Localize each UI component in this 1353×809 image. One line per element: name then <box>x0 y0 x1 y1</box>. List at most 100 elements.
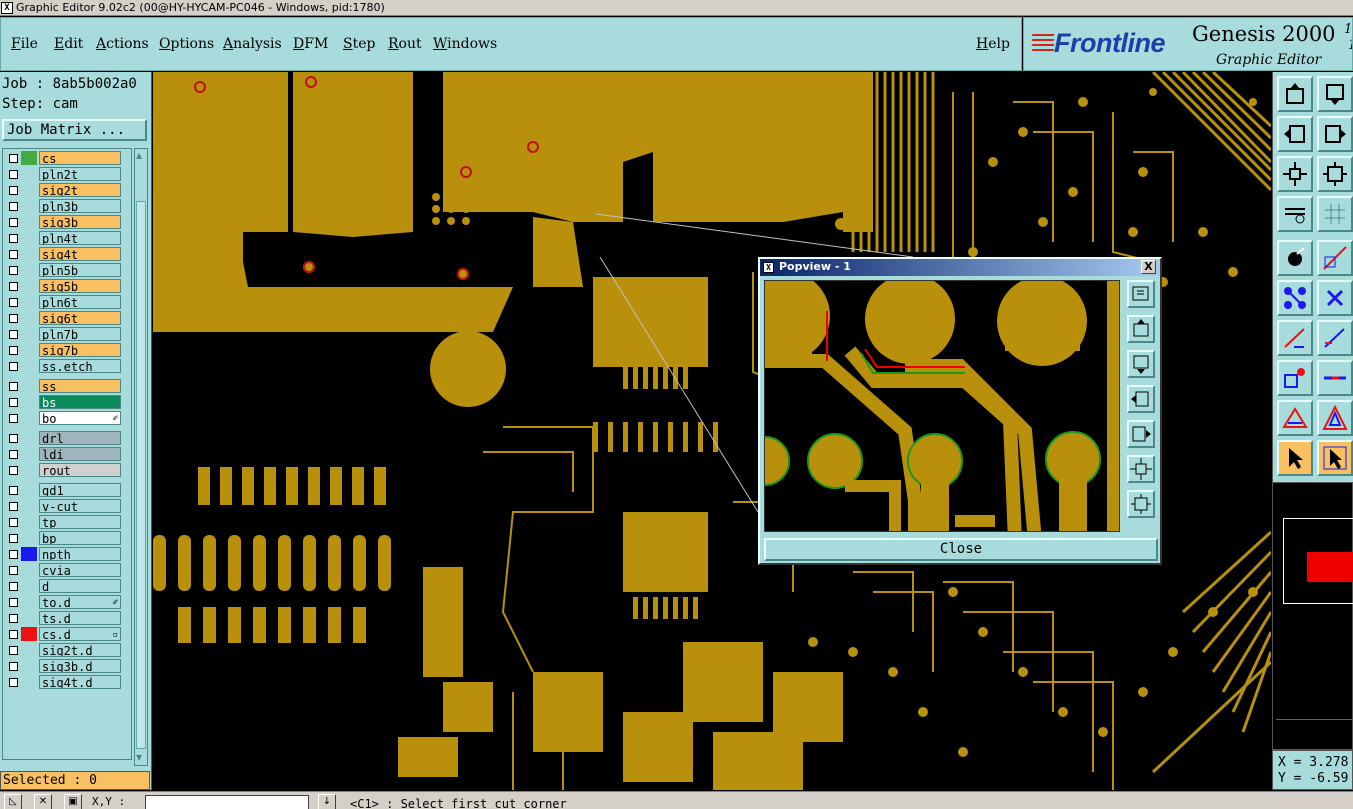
layer-checkbox[interactable] <box>9 382 18 391</box>
menu-edit[interactable]: Edit <box>54 36 83 52</box>
pan-down-button[interactable] <box>1317 76 1353 112</box>
layer-row[interactable]: ss <box>3 379 133 393</box>
layer-row[interactable]: v-cut <box>3 499 133 513</box>
layer-row[interactable]: sig2t.d <box>3 643 133 657</box>
menu-analysis[interactable]: Analysis <box>223 36 282 52</box>
layer-checkbox[interactable] <box>9 266 18 275</box>
layer-color-swatch[interactable] <box>21 359 37 373</box>
layer-row[interactable]: sig7b <box>3 343 133 357</box>
layer-color-swatch[interactable] <box>21 395 37 409</box>
cross-button[interactable] <box>1317 280 1353 316</box>
pad-button[interactable] <box>1277 360 1313 396</box>
layer-color-swatch[interactable] <box>21 499 37 513</box>
triangle-button[interactable] <box>1277 400 1313 436</box>
layer-row[interactable]: cs <box>3 151 133 165</box>
select-button[interactable] <box>1277 440 1313 476</box>
hline-button[interactable] <box>1317 360 1353 396</box>
layer-checkbox[interactable] <box>9 534 18 543</box>
layer-color-swatch[interactable] <box>21 247 37 261</box>
layer-row[interactable]: sig4t.d <box>3 675 133 689</box>
popview-pan-up-button[interactable] <box>1127 315 1155 343</box>
layer-name[interactable]: sig4t <box>39 247 121 261</box>
options-icon[interactable]: ▣ <box>64 794 82 809</box>
layer-row[interactable]: rout <box>3 463 133 477</box>
layer-row[interactable]: tp <box>3 515 133 529</box>
layer-color-swatch[interactable] <box>21 447 37 461</box>
layer-color-swatch[interactable] <box>21 343 37 357</box>
layer-checkbox[interactable] <box>9 398 18 407</box>
popview-titlebar[interactable]: X Popview - 1 X <box>760 259 1160 276</box>
layer-checkbox[interactable] <box>9 550 18 559</box>
layer-color-swatch[interactable] <box>21 595 37 609</box>
layer-row[interactable]: pln2t <box>3 167 133 181</box>
layer-row[interactable]: pln3b <box>3 199 133 213</box>
layer-row[interactable]: sig4t <box>3 247 133 261</box>
layer-color-swatch[interactable] <box>21 327 37 341</box>
scroll-thumb[interactable] <box>136 201 146 749</box>
layer-checkbox[interactable] <box>9 330 18 339</box>
layer-color-swatch[interactable] <box>21 483 37 497</box>
layer-checkbox[interactable] <box>9 362 18 371</box>
layer-name[interactable]: sig3b <box>39 215 121 229</box>
layer-row[interactable]: to.d ✐ <box>3 595 133 609</box>
layer-color-swatch[interactable] <box>21 579 37 593</box>
layer-color-swatch[interactable] <box>21 659 37 673</box>
layer-name[interactable]: pln6t <box>39 295 121 309</box>
overview-map[interactable] <box>1272 482 1353 750</box>
popview-zoom-in-button[interactable] <box>1127 455 1155 483</box>
layer-checkbox[interactable] <box>9 202 18 211</box>
layer-name[interactable]: bs <box>39 395 121 409</box>
layer-row[interactable]: bo ✐ <box>3 411 133 425</box>
layer-checkbox[interactable] <box>9 566 18 575</box>
scroll-up-icon[interactable]: ▲ <box>136 151 142 160</box>
popview-close-icon[interactable]: X <box>1141 260 1156 274</box>
layer-row[interactable]: sig5b <box>3 279 133 293</box>
layer-checkbox[interactable] <box>9 346 18 355</box>
layer-name[interactable]: cs.d ▫ <box>39 627 121 641</box>
popview-close-button[interactable]: Close <box>764 538 1158 561</box>
menu-file[interactable]: File <box>11 36 38 52</box>
layer-row[interactable]: d <box>3 579 133 593</box>
layer-row[interactable]: pln4t <box>3 231 133 245</box>
job-matrix-button[interactable]: Job Matrix ... <box>2 119 147 141</box>
layer-name[interactable]: rout <box>39 463 121 477</box>
menu-options[interactable]: Options <box>159 36 214 52</box>
layer-color-swatch[interactable] <box>21 279 37 293</box>
layer-checkbox[interactable] <box>9 298 18 307</box>
measure-button[interactable] <box>1277 196 1313 232</box>
layer-row[interactable]: sig3b.d <box>3 659 133 673</box>
scroll-down-icon[interactable]: ▼ <box>136 753 142 762</box>
layer-row[interactable]: ts.d <box>3 611 133 625</box>
layer-name[interactable]: sig4t.d <box>39 675 121 689</box>
menu-step[interactable]: Step <box>343 36 375 52</box>
layer-name[interactable]: pln3b <box>39 199 121 213</box>
layer-row[interactable]: pln5b <box>3 263 133 277</box>
snap-button[interactable] <box>1277 240 1313 276</box>
layer-name[interactable]: sig6t <box>39 311 121 325</box>
layer-color-swatch[interactable] <box>21 183 37 197</box>
layer-color-swatch[interactable] <box>21 215 37 229</box>
layer-color-swatch[interactable] <box>21 431 37 445</box>
layer-checkbox[interactable] <box>9 450 18 459</box>
layer-checkbox[interactable] <box>9 630 18 639</box>
pan-right-button[interactable] <box>1317 116 1353 152</box>
layer-checkbox[interactable] <box>9 466 18 475</box>
layer-color-swatch[interactable] <box>21 231 37 245</box>
zoom-in-button[interactable] <box>1277 156 1313 192</box>
menu-help[interactable]: Help <box>976 36 1010 52</box>
layer-checkbox[interactable] <box>9 414 18 423</box>
layer-color-swatch[interactable] <box>21 627 37 641</box>
layer-name[interactable]: ldi <box>39 447 121 461</box>
layer-checkbox[interactable] <box>9 582 18 591</box>
layer-checkbox[interactable] <box>9 614 18 623</box>
layer-name[interactable]: drl <box>39 431 121 445</box>
layer-name[interactable]: ss <box>39 379 121 393</box>
layer-name[interactable]: pln4t <box>39 231 121 245</box>
enter-icon[interactable]: ↓ <box>318 794 336 809</box>
cancel-icon[interactable]: ✕ <box>34 794 52 809</box>
layer-name[interactable]: pln2t <box>39 167 121 181</box>
triangle-alt-button[interactable] <box>1317 400 1353 436</box>
popview-canvas[interactable] <box>764 280 1120 532</box>
layer-row[interactable]: bs <box>3 395 133 409</box>
layer-checkbox[interactable] <box>9 186 18 195</box>
